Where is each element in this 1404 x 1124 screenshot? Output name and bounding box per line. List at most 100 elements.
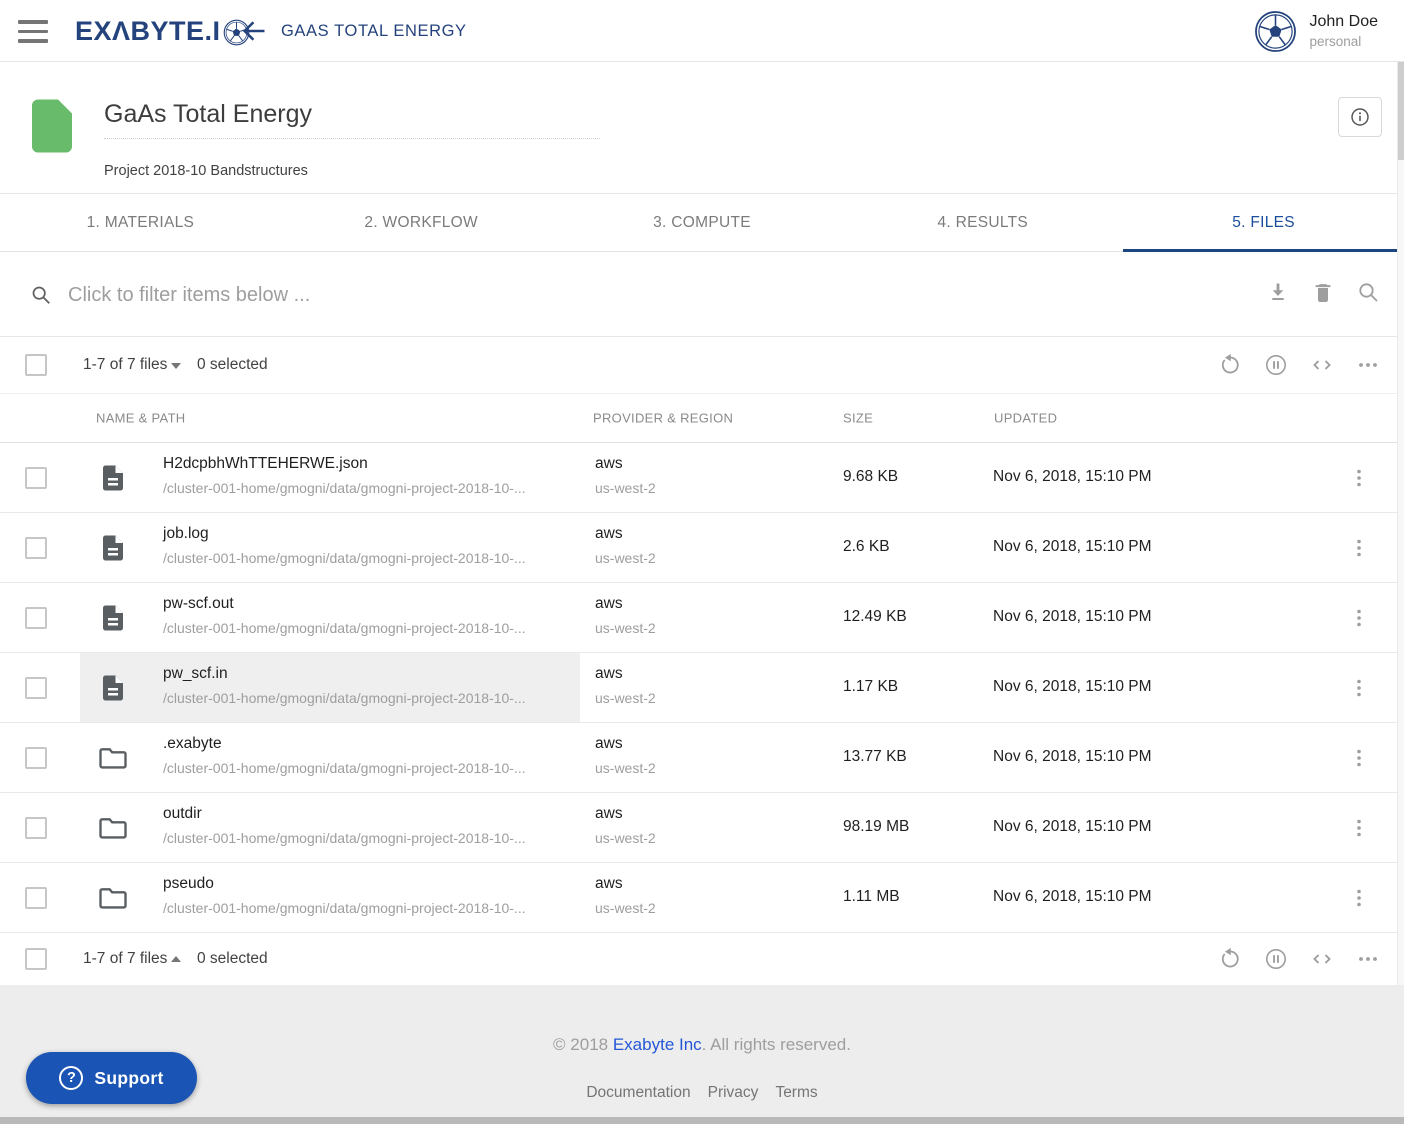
list-toolbar-top: 1-7 of 7 files 0 selected [0,337,1404,394]
chevron-up-icon[interactable] [171,956,181,962]
green-document-icon [32,99,72,153]
file-updated: Nov 6, 2018, 15:10 PM [993,888,1152,906]
row-menu-button[interactable] [1347,886,1371,910]
file-provider: aws [595,875,623,893]
refresh-button[interactable] [1218,947,1242,971]
filter-input[interactable] [68,276,968,314]
file-region: us-west-2 [595,550,656,566]
selected-count: 0 selected [197,356,268,374]
row-checkbox[interactable] [25,677,47,699]
refresh-icon [1218,947,1242,971]
file-name: pseudo [163,875,214,893]
job-title: GaAs Total Energy [104,100,600,129]
row-checkbox[interactable] [25,607,47,629]
scrollbar-thumb[interactable] [1398,62,1404,160]
delete-button[interactable] [1311,280,1335,304]
more-button[interactable] [1356,947,1380,971]
table-row[interactable]: pw_scf.in /cluster-001-home/gmogni/data/… [0,653,1404,723]
support-button[interactable]: ? Support [26,1052,197,1104]
more-horizontal-icon [1356,947,1380,971]
pagination-label[interactable]: 1-7 of 7 files [83,950,167,968]
job-header: GaAs Total Energy Project 2018-10 Bandst… [0,62,1404,194]
search-button[interactable] [1356,280,1380,304]
folder-icon [98,813,128,843]
row-checkbox[interactable] [25,887,47,909]
select-all-checkbox[interactable] [25,948,47,970]
tab[interactable]: 5. FILES [1123,194,1404,251]
row-menu-button[interactable] [1347,466,1371,490]
soccer-ball-icon [1254,10,1297,53]
exabyte-logo[interactable]: EXΛBYTE.I [75,0,250,62]
back-arrow-icon [240,17,268,45]
row-menu-button[interactable] [1347,676,1371,700]
info-button[interactable] [1338,97,1382,137]
pause-button[interactable] [1264,947,1288,971]
row-checkbox[interactable] [25,817,47,839]
pause-circle-icon [1264,353,1288,377]
tab[interactable]: 4. RESULTS [842,194,1123,251]
chevron-down-icon[interactable] [171,363,181,369]
refresh-button[interactable] [1218,353,1242,377]
file-size: 9.68 KB [843,468,898,486]
search-icon [30,284,52,306]
more-vertical-icon [1347,466,1371,490]
row-checkbox[interactable] [25,467,47,489]
file-region: us-west-2 [595,830,656,846]
table-row[interactable]: pseudo /cluster-001-home/gmogni/data/gmo… [0,863,1404,933]
terms-link[interactable]: Terms [775,1084,817,1102]
file-name: H2dcpbhWhTTEHERWE.json [163,455,368,473]
more-vertical-icon [1347,816,1371,840]
user-menu[interactable]: John Doe personal [1254,0,1379,62]
privacy-link[interactable]: Privacy [708,1084,759,1102]
tab[interactable]: 2. WORKFLOW [281,194,562,251]
code-view-button[interactable] [1310,353,1334,377]
download-icon [1266,280,1290,304]
back-button[interactable] [240,17,268,45]
select-all-checkbox[interactable] [25,354,47,376]
table-row[interactable]: outdir /cluster-001-home/gmogni/data/gmo… [0,793,1404,863]
documentation-link[interactable]: Documentation [586,1084,690,1102]
file-region: us-west-2 [595,480,656,496]
table-header: NAME & PATH PROVIDER & REGION SIZE UPDAT… [0,394,1404,443]
company-link[interactable]: Exabyte Inc [613,1035,702,1054]
download-button[interactable] [1266,280,1290,304]
file-name: pw-scf.out [163,595,234,613]
row-menu-button[interactable] [1347,536,1371,560]
file-path: /cluster-001-home/gmogni/data/gmogni-pro… [163,690,526,706]
code-view-button[interactable] [1310,947,1334,971]
file-provider: aws [595,665,623,683]
column-header-updated: UPDATED [994,411,1057,426]
scrollbar[interactable] [1397,62,1404,985]
more-button[interactable] [1356,353,1380,377]
more-vertical-icon [1347,746,1371,770]
file-name: outdir [163,805,202,823]
menu-icon[interactable] [18,20,48,43]
tab[interactable]: 1. MATERIALS [0,194,281,251]
pagination-label[interactable]: 1-7 of 7 files [83,356,167,374]
logo-text: EXΛBYTE.I [75,16,221,47]
row-menu-button[interactable] [1347,606,1371,630]
more-horizontal-icon [1356,353,1380,377]
table-row[interactable]: .exabyte /cluster-001-home/gmogni/data/g… [0,723,1404,793]
pause-button[interactable] [1264,353,1288,377]
file-path: /cluster-001-home/gmogni/data/gmogni-pro… [163,620,526,636]
file-provider: aws [595,735,623,753]
table-row[interactable]: pw-scf.out /cluster-001-home/gmogni/data… [0,583,1404,653]
row-checkbox[interactable] [25,747,47,769]
more-vertical-icon [1347,676,1371,700]
row-menu-button[interactable] [1347,746,1371,770]
table-row[interactable]: job.log /cluster-001-home/gmogni/data/gm… [0,513,1404,583]
file-name: job.log [163,525,209,543]
window-bottom-edge [0,1117,1404,1124]
file-updated: Nov 6, 2018, 15:10 PM [993,678,1152,696]
table-row[interactable]: H2dcpbhWhTTEHERWE.json /cluster-001-home… [0,443,1404,513]
tab[interactable]: 3. COMPUTE [562,194,843,251]
job-subtitle: Project 2018-10 Bandstructures [104,163,308,179]
row-menu-button[interactable] [1347,816,1371,840]
question-icon: ? [59,1066,83,1090]
file-provider: aws [595,525,623,543]
row-checkbox[interactable] [25,537,47,559]
file-provider: aws [595,455,623,473]
file-size: 12.49 KB [843,608,907,626]
file-size: 1.11 MB [843,888,900,906]
